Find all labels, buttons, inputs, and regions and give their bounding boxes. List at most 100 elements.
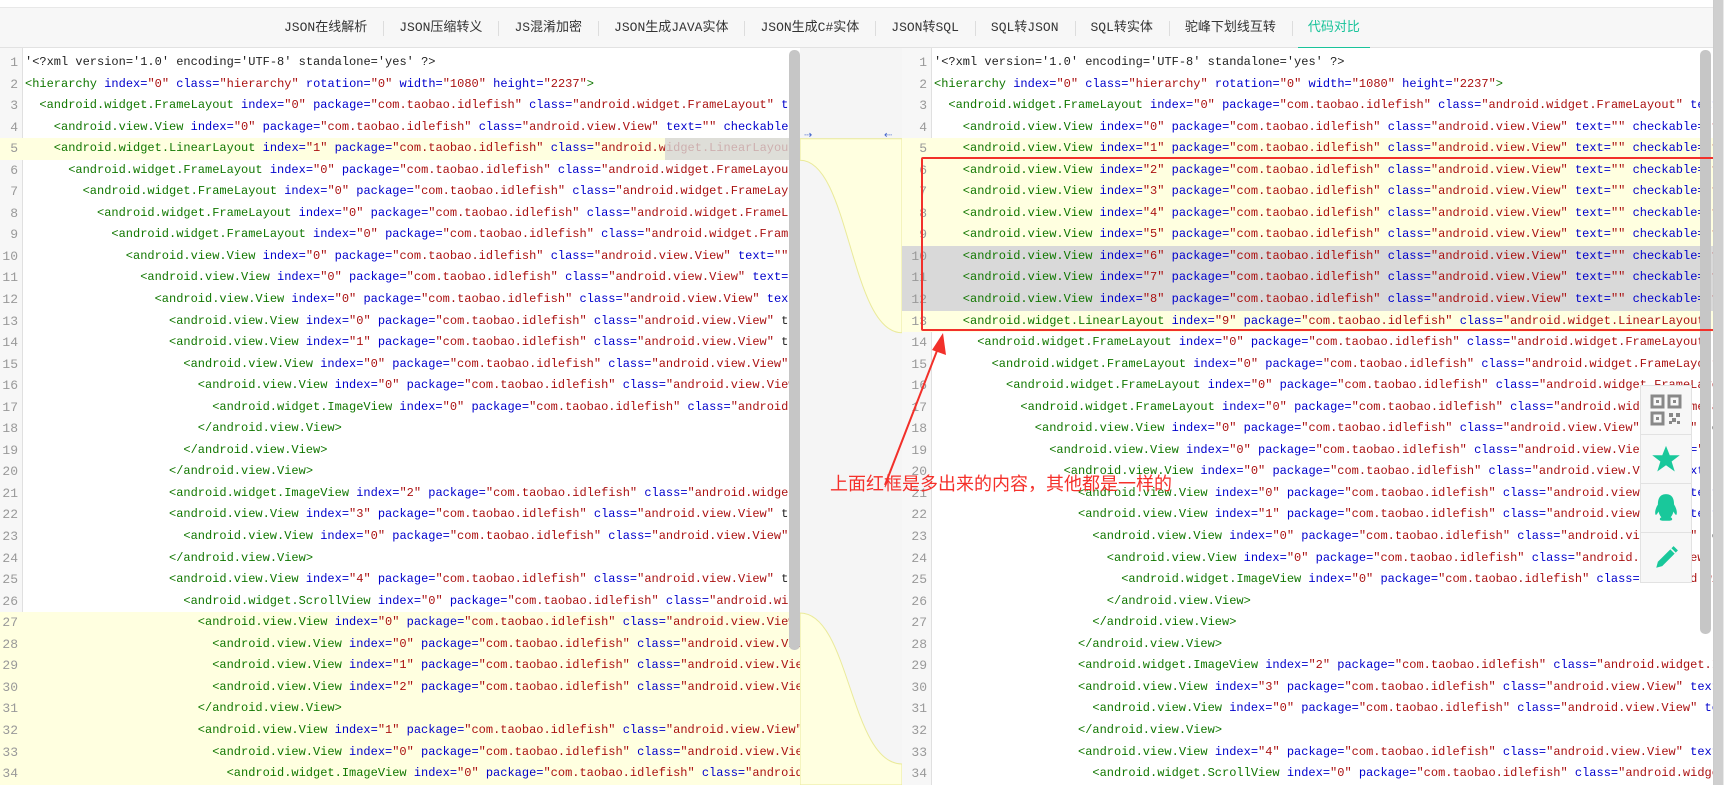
- left-code-editor[interactable]: 1 '<?xml version='1.0' encoding='UTF-8' s…: [0, 48, 800, 785]
- line-code: <android.view.View index="3" package="co…: [962, 184, 1713, 199]
- code-line[interactable]: 26 <android.widget.ScrollView index="0" p…: [0, 591, 800, 613]
- diff-connector-2: [800, 612, 902, 785]
- line-code: <android.widget.FrameLayout index="0" pa…: [68, 162, 800, 177]
- code-line[interactable]: 5 <android.widget.LinearLayout index="1" …: [0, 138, 800, 160]
- code-line[interactable]: 17 <android.widget.FrameLayout index="0" …: [902, 397, 1713, 419]
- code-line[interactable]: 1 '<?xml version='1.0' encoding='UTF-8' s…: [0, 52, 800, 74]
- code-line[interactable]: 21 <android.widget.ImageView index="2" pa…: [0, 483, 800, 505]
- code-line[interactable]: 11 <android.view.View index="0" package="…: [0, 267, 800, 289]
- tab-8[interactable]: SQL转实体: [1074, 8, 1169, 48]
- line-number: 16: [2, 378, 18, 394]
- merge-right-icon[interactable]: ⇢: [804, 130, 812, 141]
- code-line[interactable]: 14 <android.widget.FrameLayout index="0" …: [902, 332, 1713, 354]
- code-line[interactable]: 10 <android.view.View index="6" package="…: [902, 245, 1713, 268]
- code-line[interactable]: 4 <android.view.View index="0" package="c…: [902, 117, 1713, 139]
- code-line[interactable]: 10 <android.view.View index="0" package="…: [0, 246, 800, 268]
- code-line[interactable]: 22 <android.view.View index="1" package="…: [902, 504, 1713, 526]
- code-line[interactable]: 25 <android.widget.ImageView index="0" pa…: [902, 569, 1713, 591]
- code-line[interactable]: 9 <android.widget.FrameLayout index="0" p…: [0, 224, 800, 246]
- code-line[interactable]: 28 <android.view.View index="0" package="…: [0, 633, 800, 656]
- merge-left-icon[interactable]: ⇠: [884, 130, 892, 141]
- favorite-button[interactable]: [1641, 435, 1691, 484]
- code-line[interactable]: 25 <android.view.View index="4" package="…: [0, 569, 800, 591]
- tab-10[interactable]: 代码对比: [1291, 8, 1376, 49]
- line-code: <android.view.View index="0" package="co…: [125, 248, 800, 263]
- line-number: 5: [10, 141, 18, 157]
- code-line[interactable]: 8 <android.view.View index="4" package="c…: [902, 202, 1713, 225]
- code-line[interactable]: 29 <android.view.View index="1" package="…: [0, 655, 800, 677]
- code-line[interactable]: 32 </android.view.View>: [902, 720, 1713, 742]
- edit-button[interactable]: [1641, 533, 1691, 582]
- code-line[interactable]: 33 <android.view.View index="4" package="…: [902, 742, 1713, 764]
- code-line[interactable]: 34 <android.widget.ImageView index="0" pa…: [0, 763, 800, 785]
- line-code: <android.view.View index="0" package="co…: [1034, 421, 1713, 436]
- code-line[interactable]: 18 <android.view.View index="0" package="…: [902, 418, 1713, 440]
- code-line[interactable]: 4 <android.view.View index="0" package="c…: [0, 117, 800, 139]
- code-line[interactable]: 30 <android.view.View index="3" package="…: [902, 677, 1713, 699]
- code-line[interactable]: 19 <android.view.View index="0" package="…: [902, 440, 1713, 462]
- code-line[interactable]: 5 <android.view.View index="1" package="c…: [902, 138, 1713, 160]
- code-line[interactable]: 20 </android.view.View>: [0, 461, 800, 483]
- tab-7[interactable]: SQL转JSON: [974, 8, 1075, 48]
- code-line[interactable]: 27 <android.view.View index="0" package="…: [0, 612, 800, 634]
- code-line[interactable]: 34 <android.widget.ScrollView index="0" p…: [902, 763, 1713, 785]
- line-number: 26: [2, 593, 18, 609]
- code-line[interactable]: 9 <android.view.View index="5" package="c…: [902, 224, 1713, 246]
- code-line[interactable]: 32 <android.view.View index="1" package="…: [0, 719, 800, 742]
- code-line[interactable]: 23 <android.view.View index="0" package="…: [902, 526, 1713, 548]
- code-line[interactable]: 2 <hierarchy index="0" class="hierarchy" …: [902, 74, 1713, 96]
- code-line[interactable]: 18 </android.view.View>: [0, 418, 800, 440]
- code-line[interactable]: 24 </android.view.View>: [0, 548, 800, 570]
- code-line[interactable]: 29 <android.widget.ImageView index="2" pa…: [902, 655, 1713, 677]
- code-line[interactable]: 27 </android.view.View>: [902, 612, 1713, 634]
- code-line[interactable]: 15 <android.widget.FrameLayout index="0" …: [902, 354, 1713, 376]
- code-line[interactable]: 16 <android.view.View index="0" package="…: [0, 375, 800, 397]
- code-line[interactable]: 2 <hierarchy index="0" class="hierarchy" …: [0, 74, 800, 96]
- code-line[interactable]: 13 <android.widget.LinearLayout index="9"…: [902, 310, 1713, 333]
- line-code: <android.widget.FrameLayout index="0" pa…: [1006, 378, 1713, 393]
- code-line[interactable]: 19 </android.view.View>: [0, 440, 800, 462]
- code-line[interactable]: 1 '<?xml version='1.0' encoding='UTF-8' s…: [902, 52, 1713, 74]
- tab-6[interactable]: JSON转SQL: [875, 8, 975, 48]
- code-line[interactable]: 33 <android.view.View index="0" package="…: [0, 741, 800, 764]
- code-line[interactable]: 24 <android.view.View index="0" package="…: [902, 548, 1713, 570]
- line-code: <android.view.View index="2" package="co…: [962, 162, 1713, 177]
- code-line[interactable]: 15 <android.view.View index="0" package="…: [0, 354, 800, 376]
- code-line[interactable]: 26 </android.view.View>: [902, 591, 1713, 613]
- code-line[interactable]: 14 <android.view.View index="1" package="…: [0, 332, 800, 354]
- tab-2[interactable]: JSON压缩转义: [383, 8, 498, 48]
- left-scrollbar[interactable]: [789, 50, 800, 650]
- tab-1[interactable]: JSON在线解析: [268, 8, 383, 48]
- code-line[interactable]: 31 </android.view.View>: [0, 698, 800, 720]
- code-line[interactable]: 12 <android.view.View index="0" package="…: [0, 289, 800, 311]
- tab-4[interactable]: JSON生成JAVA实体: [598, 8, 744, 48]
- code-line[interactable]: 30 <android.view.View index="2" package="…: [0, 676, 800, 699]
- code-line[interactable]: 7 <android.view.View index="3" package="c…: [902, 181, 1713, 203]
- right-code-editor[interactable]: 1 '<?xml version='1.0' encoding='UTF-8' s…: [902, 48, 1713, 785]
- code-line[interactable]: 12 <android.view.View index="8" package="…: [902, 289, 1713, 311]
- tab-5[interactable]: JSON生成C#实体: [744, 8, 875, 48]
- code-line[interactable]: 6 <android.view.View index="2" package="c…: [902, 159, 1713, 182]
- tab-3[interactable]: JS混淆加密: [498, 8, 598, 48]
- line-number: 24: [2, 550, 18, 566]
- code-line[interactable]: 28 </android.view.View>: [902, 634, 1713, 656]
- code-line[interactable]: 23 <android.view.View index="0" package="…: [0, 526, 800, 548]
- code-line[interactable]: 8 <android.widget.FrameLayout index="0" p…: [0, 203, 800, 225]
- code-line[interactable]: 13 <android.view.View index="0" package="…: [0, 311, 800, 333]
- code-line[interactable]: 11 <android.view.View index="7" package="…: [902, 267, 1713, 290]
- line-code: <android.view.View index="1" package="co…: [197, 722, 800, 737]
- code-line[interactable]: 6 <android.widget.FrameLayout index="0" p…: [0, 160, 800, 182]
- code-line[interactable]: 17 <android.widget.ImageView index="0" pa…: [0, 397, 800, 419]
- code-line[interactable]: 7 <android.widget.FrameLayout index="0" p…: [0, 181, 800, 203]
- code-line[interactable]: 31 <android.view.View index="0" package="…: [902, 698, 1713, 720]
- code-line[interactable]: 3 <android.widget.FrameLayout index="0" p…: [0, 95, 800, 117]
- code-line[interactable]: 3 <android.widget.FrameLayout index="0" p…: [902, 95, 1713, 117]
- code-line[interactable]: 16 <android.widget.FrameLayout index="0" …: [902, 375, 1713, 397]
- right-scrollbar[interactable]: [1700, 50, 1711, 634]
- line-number: 17: [2, 399, 18, 415]
- code-line[interactable]: 22 <android.view.View index="3" package="…: [0, 504, 800, 526]
- qq-button[interactable]: [1641, 484, 1691, 533]
- qr-code-button[interactable]: [1641, 386, 1691, 435]
- window-scrollbar-thumb[interactable]: [1714, 0, 1723, 785]
- tab-9[interactable]: 驼峰下划线互转: [1168, 8, 1292, 48]
